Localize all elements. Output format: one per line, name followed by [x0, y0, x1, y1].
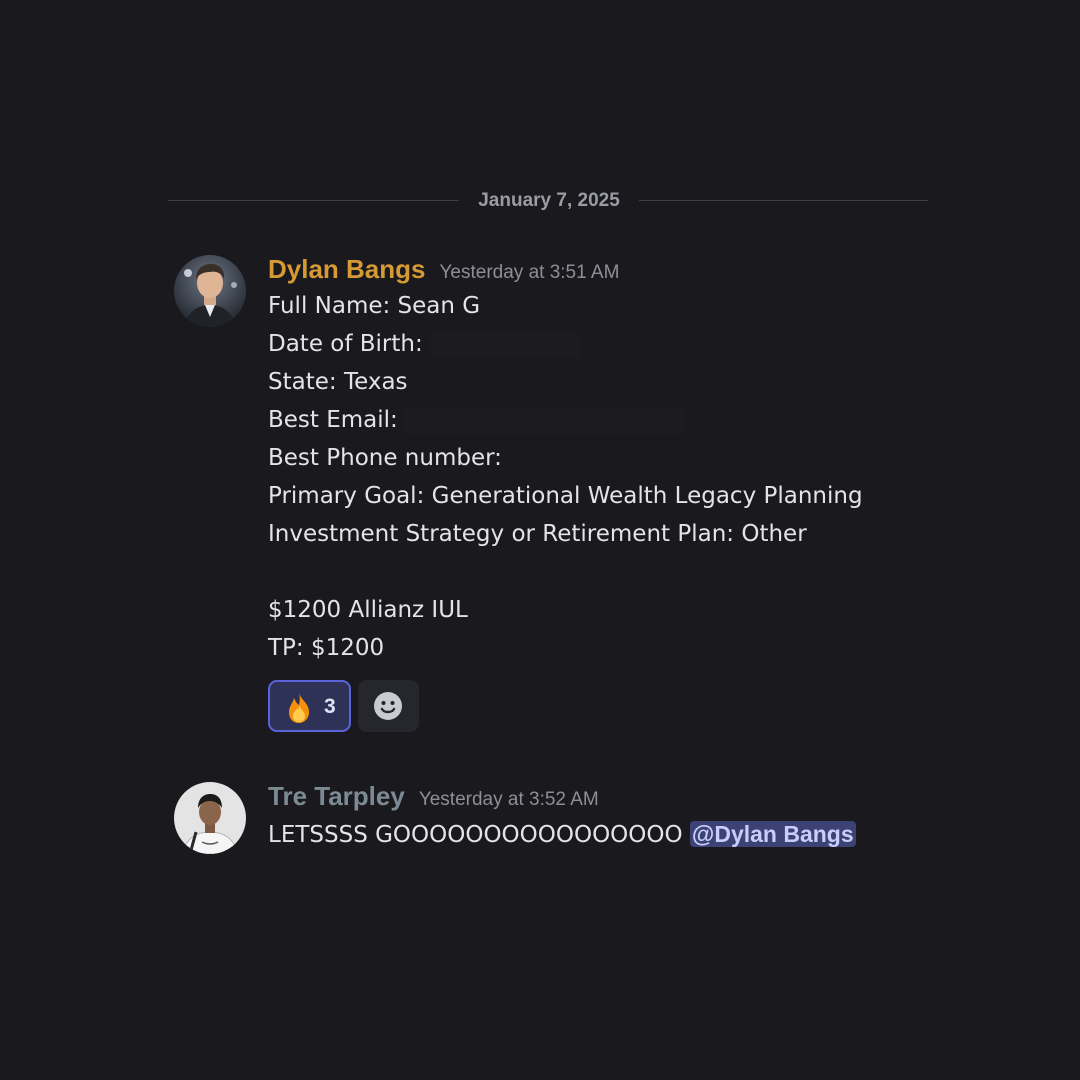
- message-line: $1200 Allianz IUL: [268, 597, 468, 623]
- user-mention[interactable]: @Dylan Bangs: [689, 821, 856, 847]
- message-line: State: Texas: [268, 369, 408, 395]
- message-content: LETSSSS GOOOOOOOOOOOOOOOO @Dylan Bangs: [268, 815, 856, 853]
- message-line: Investment Strategy or Retirement Plan: …: [268, 521, 807, 547]
- message-line-blank: [268, 553, 863, 591]
- add-reaction-smile-icon: [374, 692, 402, 720]
- reaction-fire-button[interactable]: 3: [268, 680, 351, 732]
- message-text: LETSSSS GOOOOOOOOOOOOOOOO: [268, 822, 683, 848]
- message-line: Best Email:: [268, 401, 863, 439]
- message-line: Primary Goal: Generational Wealth Legacy…: [268, 483, 863, 509]
- date-divider: January 7, 2025: [168, 186, 928, 216]
- message-header: Tre Tarpley Yesterday at 3:52 AM: [268, 779, 599, 813]
- avatar[interactable]: [174, 255, 246, 327]
- message-line: Full Name: Sean G: [268, 293, 481, 319]
- fire-emoji-icon: [289, 693, 309, 723]
- divider-line-left: [168, 200, 459, 201]
- message-content: Full Name: Sean G Date of Birth: State: …: [268, 287, 863, 667]
- author-name[interactable]: Dylan Bangs: [268, 254, 426, 284]
- message-line: TP: $1200: [268, 635, 385, 661]
- date-divider-label: January 7, 2025: [478, 190, 620, 211]
- message-line: Best Phone number:: [268, 445, 502, 471]
- reaction-count: 3: [324, 695, 336, 718]
- message-timestamp: Yesterday at 3:51 AM: [439, 262, 620, 283]
- avatar[interactable]: [174, 782, 246, 854]
- message-line: LETSSSS GOOOOOOOOOOOOOOOO @Dylan Bangs: [268, 815, 856, 853]
- author-name[interactable]: Tre Tarpley: [268, 781, 405, 811]
- redacted-block: [430, 331, 581, 358]
- message-line: Date of Birth:: [268, 325, 863, 363]
- user-avatar-tre-icon: [174, 782, 246, 854]
- user-avatar-dylan-icon: [174, 255, 246, 327]
- redacted-block: [405, 407, 686, 434]
- message-header: Dylan Bangs Yesterday at 3:51 AM: [268, 252, 619, 286]
- add-reaction-button[interactable]: [358, 680, 419, 732]
- divider-line-right: [639, 200, 928, 201]
- message-timestamp: Yesterday at 3:52 AM: [418, 789, 599, 810]
